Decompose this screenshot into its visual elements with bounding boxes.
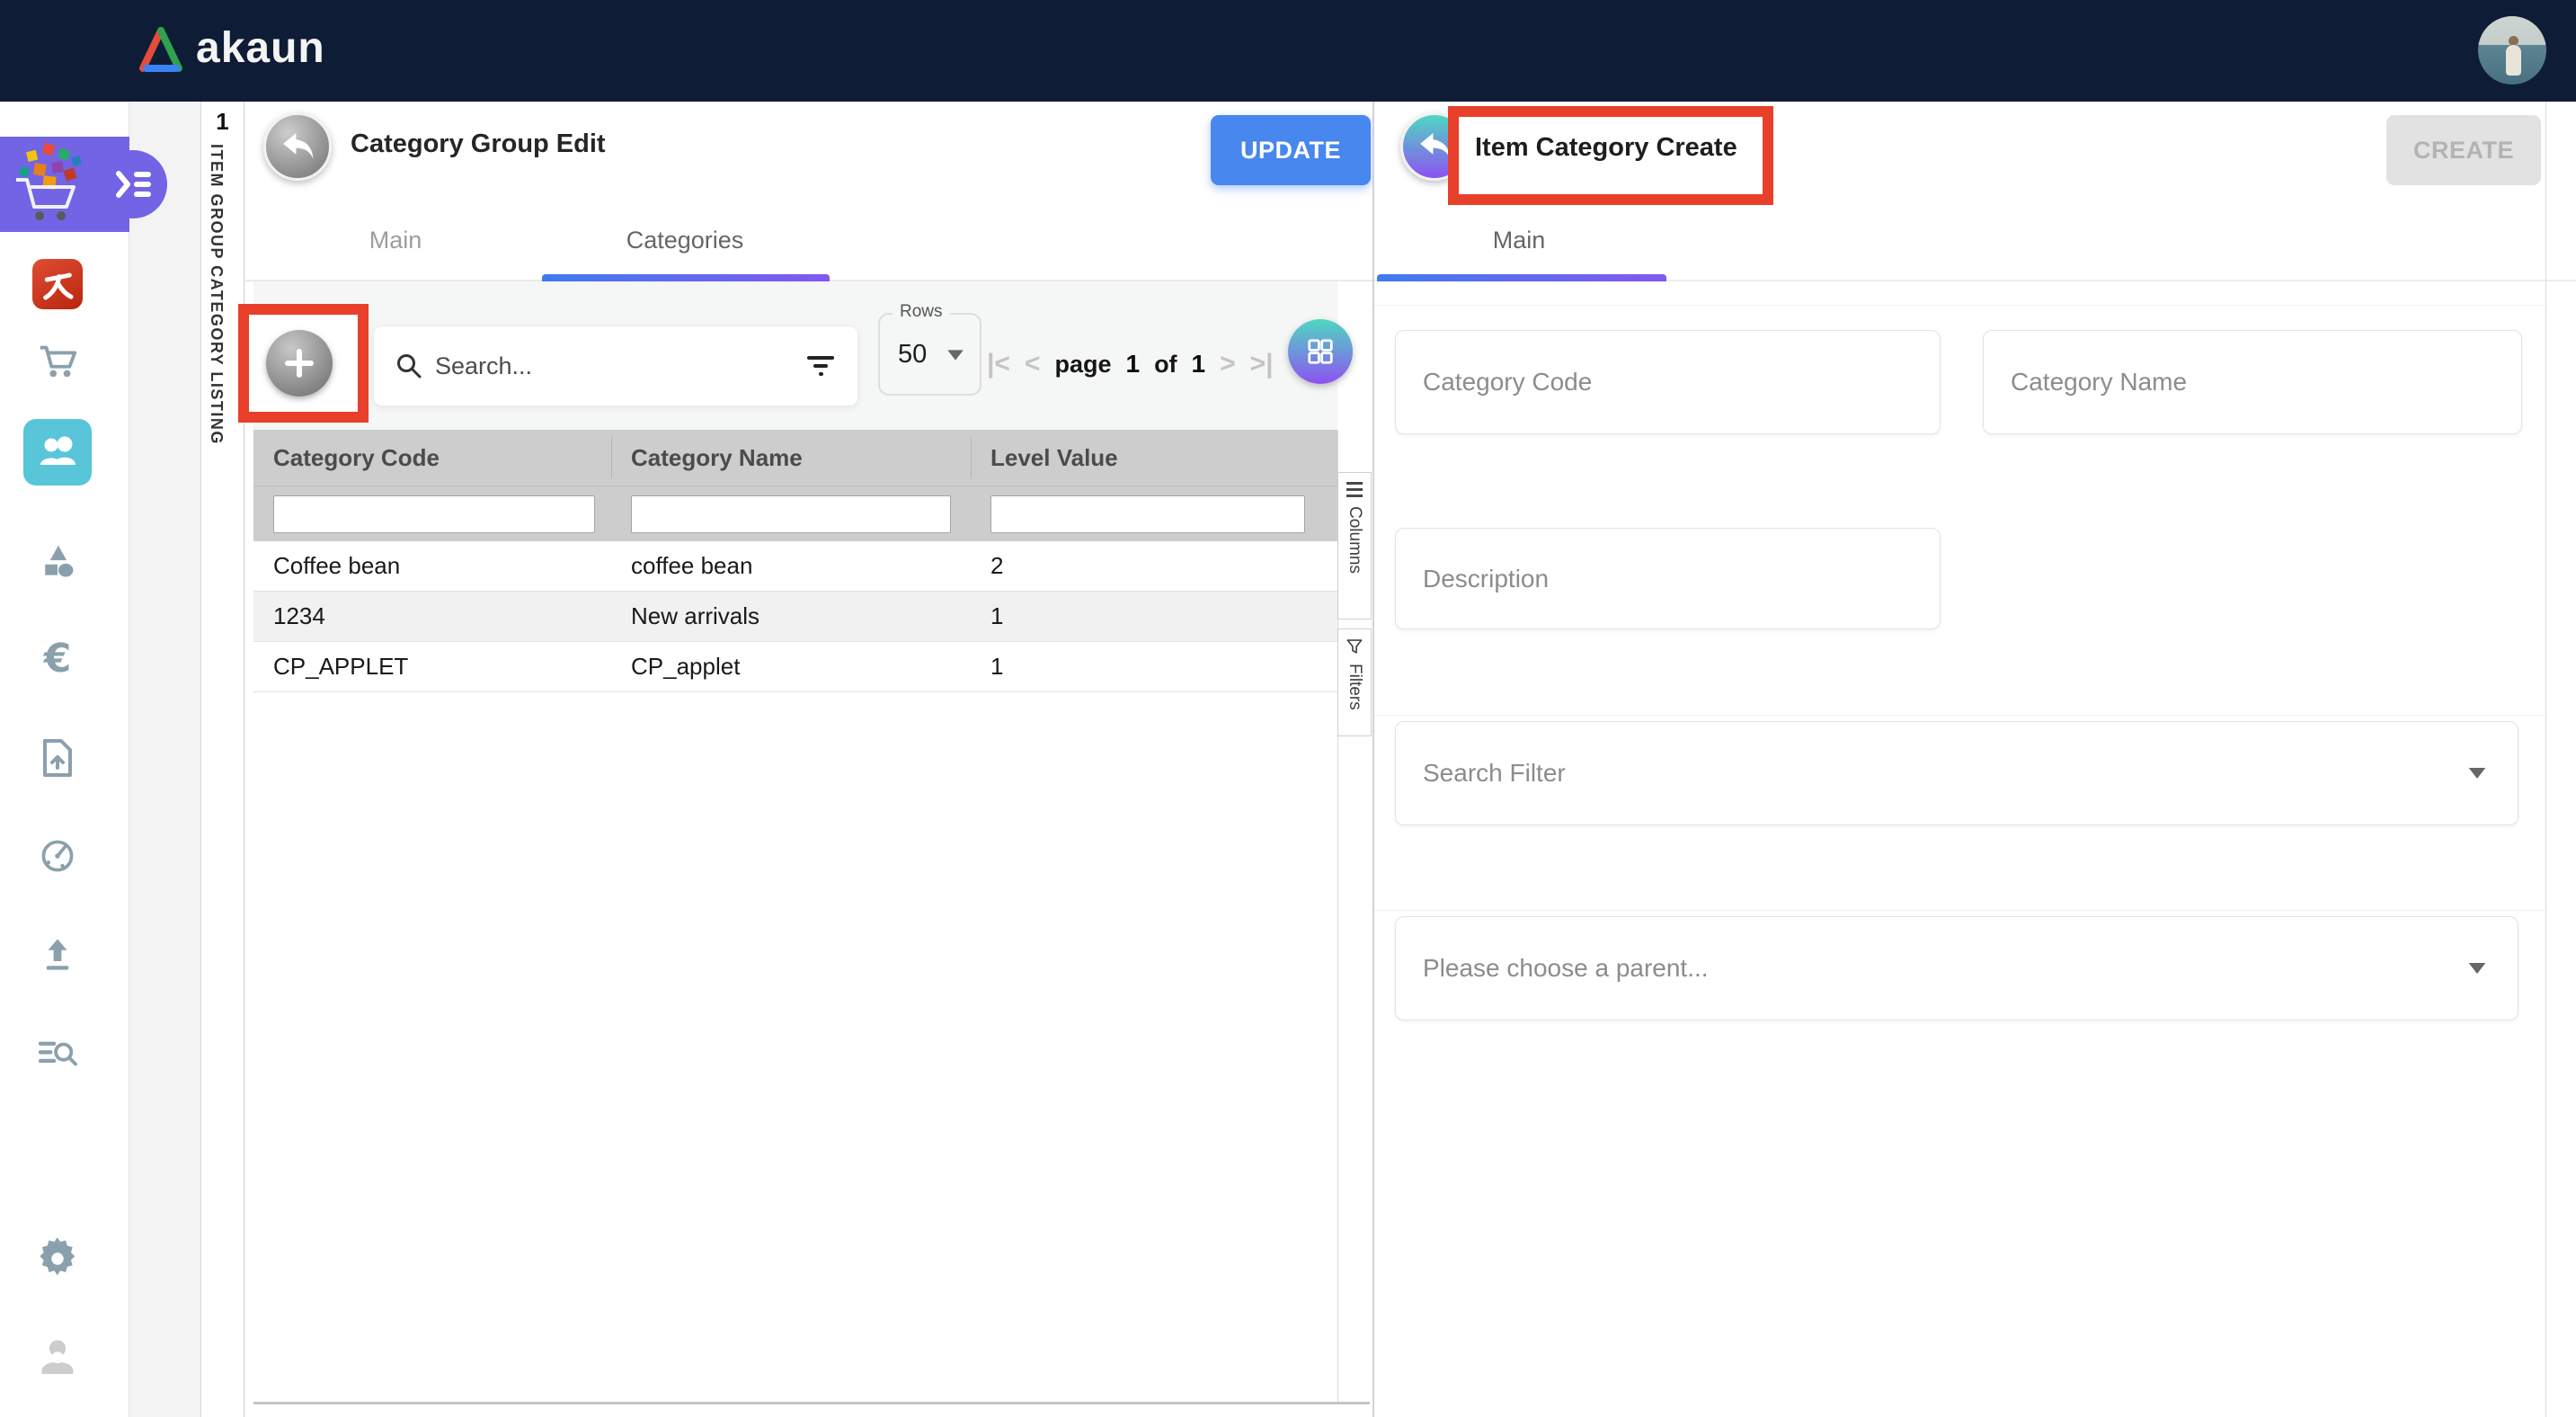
description-field[interactable]: Description [1395, 528, 1941, 629]
prev-page-button[interactable]: < [1025, 349, 1041, 379]
search-input[interactable] [435, 352, 793, 380]
shopping-cart-icon [37, 342, 78, 381]
akaun-logo-icon [135, 23, 187, 76]
top-navbar: akaun [0, 0, 2576, 102]
next-page-button[interactable]: > [1220, 349, 1236, 379]
person-icon [38, 1336, 77, 1376]
table-header-row: Category Code Category Name Level Value [253, 430, 1337, 486]
gear-icon [37, 1238, 78, 1279]
table-filter-row [253, 486, 1337, 541]
file-upload-icon [40, 737, 76, 779]
plus-icon [281, 345, 317, 381]
table-row[interactable]: CP_APPLET CP_applet 1 [253, 642, 1337, 692]
filter-input-category-name[interactable] [631, 495, 951, 533]
sidebar-item-contacts-active[interactable] [23, 419, 92, 486]
open-drawer-icon [115, 167, 153, 201]
right-panel-title: Item Category Create [1475, 133, 1737, 163]
shapes-icon [38, 543, 77, 581]
dropdown-caret-icon [2469, 963, 2486, 974]
columns-icon [1346, 482, 1363, 497]
tab-main-left[interactable]: Main [369, 227, 422, 254]
rows-label: Rows [893, 302, 950, 322]
page-word: page [1054, 351, 1111, 379]
filter-input-category-code[interactable] [273, 495, 595, 533]
sidebar-collapse-button[interactable] [99, 150, 167, 218]
tab-main-right[interactable]: Main [1493, 227, 1546, 254]
sidebar-item-audit-search[interactable] [36, 1032, 79, 1075]
current-page: 1 [1125, 350, 1140, 379]
total-pages: 1 [1192, 350, 1206, 379]
first-page-button[interactable]: |< [987, 349, 1010, 379]
of-word: of [1154, 351, 1177, 379]
right-panel-scrollbar[interactable] [2545, 102, 2546, 1417]
search-list-icon [37, 1035, 78, 1073]
funnel-icon [1346, 638, 1364, 655]
tab-categories[interactable]: Categories [626, 227, 744, 254]
da-character-icon [40, 266, 76, 302]
column-header-category-name[interactable]: Category Name [611, 444, 971, 472]
search-filter-dropdown[interactable]: Search Filter [1395, 721, 2518, 825]
sidebar-item-file-upload[interactable] [36, 736, 79, 780]
sidebar-item-settings[interactable] [36, 1237, 79, 1280]
pagination: |< < page 1 of 1 > >| [987, 342, 1274, 387]
sidebar-item-upload[interactable] [36, 933, 79, 976]
parent-category-dropdown[interactable]: Please choose a parent... [1395, 916, 2518, 1020]
grid-view-button[interactable] [1288, 319, 1353, 384]
category-name-field[interactable]: Category Name [1983, 330, 2522, 434]
filters-side-tab[interactable]: Filters [1337, 628, 1372, 736]
create-button-disabled[interactable]: CREATE [2386, 115, 2541, 185]
sidebar-item-shopping-cart[interactable] [36, 340, 79, 383]
sidebar-item-profile[interactable] [36, 1334, 79, 1377]
sidebar-item-finance[interactable]: € [36, 637, 79, 681]
column-header-level-value[interactable]: Level Value [971, 444, 1337, 472]
user-avatar[interactable] [2478, 16, 2546, 85]
sidebar-item-shapes[interactable] [36, 540, 79, 584]
dropdown-caret-icon [2469, 768, 2486, 779]
add-category-button[interactable] [266, 330, 333, 397]
app-root: akaun [0, 0, 2576, 1417]
column-header-category-code[interactable]: Category Code [253, 444, 611, 472]
update-button[interactable]: UPDATE [1211, 115, 1371, 185]
back-button-left[interactable] [263, 112, 332, 181]
active-tab-underline-right [1377, 274, 1666, 281]
module-label: ITEM GROUP CATEGORY LISTING [207, 144, 226, 881]
module-index: 1 [200, 108, 244, 136]
active-tab-underline-left [542, 274, 830, 281]
search-icon [395, 352, 422, 379]
sidebar-item-da-app[interactable] [32, 259, 83, 309]
back-arrow-icon [1417, 131, 1452, 162]
table-row[interactable]: 1234 New arrivals 1 [253, 592, 1337, 642]
grid-icon [1304, 335, 1337, 368]
brand-name: akaun [196, 23, 325, 73]
people-icon [36, 434, 79, 470]
last-page-button[interactable]: >| [1250, 349, 1274, 379]
timer-icon [38, 836, 77, 876]
table-row[interactable]: Coffee bean coffee bean 2 [253, 541, 1337, 592]
rows-caret-icon [947, 350, 964, 360]
cart-confetti-icon [7, 140, 101, 228]
table-search-bar [373, 325, 858, 406]
rows-value: 50 [898, 340, 927, 370]
rows-per-page-select[interactable]: Rows 50 [878, 313, 982, 396]
columns-side-tab[interactable]: Columns [1337, 472, 1372, 619]
euro-icon: € [44, 639, 72, 679]
filter-sort-icon[interactable] [805, 354, 836, 378]
left-panel-title: Category Group Edit [351, 129, 606, 159]
back-arrow-icon [280, 131, 315, 162]
category-code-field[interactable]: Category Code [1395, 330, 1941, 434]
filter-input-level-value[interactable] [990, 495, 1305, 533]
upload-icon [39, 935, 76, 975]
sidebar-item-timer[interactable] [36, 834, 79, 878]
